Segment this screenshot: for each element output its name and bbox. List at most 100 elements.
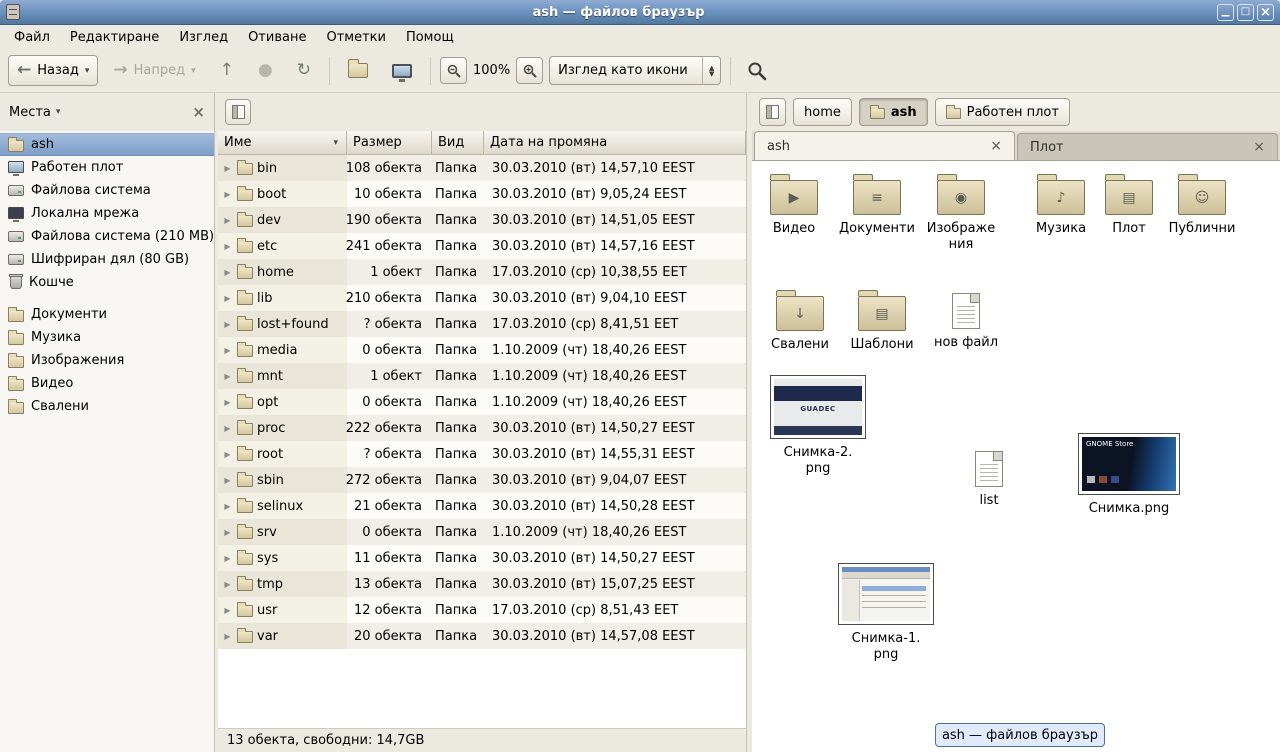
menu-go[interactable]: Отиване: [238, 27, 316, 48]
forward-button[interactable]: → Напред ▾: [104, 55, 204, 86]
combo-spinner-icon[interactable]: ▲▼: [702, 57, 720, 84]
menu-view[interactable]: Изглед: [169, 27, 238, 48]
expander-icon[interactable]: ▶: [222, 216, 233, 225]
table-row-mnt[interactable]: ▶mnt1 обектПапка1.10.2009 (чт) 18,40,26 …: [218, 363, 746, 389]
column-header-date[interactable]: Дата на промяна: [484, 131, 746, 155]
expander-icon[interactable]: ▶: [222, 554, 233, 563]
sidebar-item-network[interactable]: Локална мрежа: [0, 202, 214, 225]
menu-file[interactable]: Файл: [4, 27, 60, 48]
expander-icon[interactable]: ▶: [222, 528, 233, 537]
expander-icon[interactable]: ▶: [222, 320, 233, 329]
zoom-out-button[interactable]: [440, 57, 467, 84]
expander-icon[interactable]: ▶: [222, 632, 233, 641]
table-row-sys[interactable]: ▶sys11 обектаПапка30.03.2010 (вт) 14,50,…: [218, 545, 746, 571]
expander-icon[interactable]: ▶: [222, 190, 233, 199]
close-button[interactable]: ×: [1257, 4, 1274, 21]
expander-icon[interactable]: ▶: [222, 476, 233, 485]
sidebar-item-downloads[interactable]: Свалени: [0, 395, 214, 418]
reload-button[interactable]: ↻: [288, 55, 320, 86]
icon-item-pictures[interactable]: ◉ Изображения: [919, 173, 1003, 252]
column-header-size[interactable]: Размер: [347, 131, 432, 155]
expander-icon[interactable]: ▶: [222, 424, 233, 433]
sort-arrow-icon[interactable]: ▾: [333, 138, 340, 148]
path-button-ash[interactable]: ash: [859, 98, 928, 126]
table-row-lib[interactable]: ▶lib210 обектаПапка30.03.2010 (вт) 9,04,…: [218, 285, 746, 311]
table-row-bin[interactable]: ▶bin108 обектаПапка30.03.2010 (вт) 14,57…: [218, 155, 746, 181]
icon-item-snimka[interactable]: GNOME Store Снимка.png: [1074, 433, 1184, 517]
tree-pane-button[interactable]: [225, 99, 251, 125]
computer-button[interactable]: [383, 55, 421, 86]
expander-icon[interactable]: ▶: [222, 164, 233, 173]
table-row-dev[interactable]: ▶dev190 обектаПапка30.03.2010 (вт) 14,51…: [218, 207, 746, 233]
expander-icon[interactable]: ▶: [222, 450, 233, 459]
sidebar-dropdown-icon[interactable]: ▾: [56, 107, 61, 117]
icon-item-list[interactable]: list: [947, 447, 1031, 509]
sidebar-item-documents[interactable]: Документи: [0, 303, 214, 326]
table-row-boot[interactable]: ▶boot10 обектаПапка30.03.2010 (вт) 9,05,…: [218, 181, 746, 207]
search-button[interactable]: [740, 55, 774, 86]
table-row-lost-found[interactable]: ▶lost+found? обектаПапка17.03.2010 (ср) …: [218, 311, 746, 337]
icon-item-templates[interactable]: ▤ Шаблони: [840, 289, 924, 353]
tab-ash[interactable]: ash×: [754, 131, 1015, 160]
table-row-etc[interactable]: ▶etc241 обектаПапка30.03.2010 (вт) 14,57…: [218, 233, 746, 259]
table-row-srv[interactable]: ▶srv0 обектаПапка1.10.2009 (чт) 18,40,26…: [218, 519, 746, 545]
icon-item-documents[interactable]: ≡ Документи: [835, 173, 919, 237]
icon-item-downloads[interactable]: ↓ Свалени: [758, 289, 842, 353]
menu-edit[interactable]: Редактиране: [60, 27, 169, 48]
menu-bookmarks[interactable]: Отметки: [316, 27, 395, 48]
table-row-media[interactable]: ▶media0 обектаПапка1.10.2009 (чт) 18,40,…: [218, 337, 746, 363]
table-row-var[interactable]: ▶var20 обектаПапка30.03.2010 (вт) 14,57,…: [218, 623, 746, 649]
minimize-button[interactable]: ▁: [1217, 4, 1234, 21]
taskbar-window-button[interactable]: ash — файлов браузър: [935, 723, 1105, 747]
path-button-home[interactable]: home: [793, 98, 852, 126]
table-row-home[interactable]: ▶home1 обектПапка17.03.2010 (ср) 10,38,5…: [218, 259, 746, 285]
maximize-button[interactable]: □: [1237, 4, 1254, 21]
sidebar-close-icon[interactable]: ×: [192, 105, 205, 120]
location-toggle-button[interactable]: [759, 98, 786, 126]
sidebar-item-videos[interactable]: Видео: [0, 372, 214, 395]
table-row-selinux[interactable]: ▶selinux21 обектаПапка30.03.2010 (вт) 14…: [218, 493, 746, 519]
expander-icon[interactable]: ▶: [222, 398, 233, 407]
tab-close-icon[interactable]: ×: [1253, 140, 1265, 154]
sidebar-title[interactable]: Места: [9, 105, 51, 120]
sidebar-item-encrypted[interactable]: Шифриран дял (80 GB): [0, 248, 214, 271]
sidebar-item-trash[interactable]: Кошче: [0, 271, 214, 294]
up-button[interactable]: ↑: [211, 55, 243, 86]
sidebar-item-ash[interactable]: ash: [0, 133, 214, 156]
expander-icon[interactable]: ▶: [222, 268, 233, 277]
expander-icon[interactable]: ▶: [222, 346, 233, 355]
icon-view[interactable]: ▶ Видео ≡ Документи ◉ Изображения ♪ Музи…: [752, 160, 1280, 752]
expander-icon[interactable]: ▶: [222, 294, 233, 303]
tab-plot[interactable]: Плот×: [1017, 133, 1278, 160]
table-row-root[interactable]: ▶root? обектаПапка30.03.2010 (вт) 14,55,…: [218, 441, 746, 467]
sidebar-item-music[interactable]: Музика: [0, 326, 214, 349]
icon-item-new-file[interactable]: нов файл: [924, 289, 1008, 351]
menu-help[interactable]: Помощ: [396, 27, 464, 48]
table-row-usr[interactable]: ▶usr12 обектаПапка17.03.2010 (ср) 8,51,4…: [218, 597, 746, 623]
table-row-opt[interactable]: ▶opt0 обектаПапка1.10.2009 (чт) 18,40,26…: [218, 389, 746, 415]
icon-item-desktop[interactable]: ▤ Плот: [1087, 173, 1171, 237]
stop-button[interactable]: ●: [249, 55, 282, 86]
back-dropdown-icon[interactable]: ▾: [85, 66, 90, 76]
sidebar-item-filesystem[interactable]: Файлова система: [0, 179, 214, 202]
column-header-name[interactable]: Име▾: [218, 131, 347, 155]
column-header-kind[interactable]: Вид: [432, 131, 484, 155]
view-mode-select[interactable]: Изглед като икони ▲▼: [549, 56, 721, 85]
path-button-desktop[interactable]: Работен плот: [935, 98, 1070, 126]
tab-close-icon[interactable]: ×: [990, 139, 1002, 153]
titlebar[interactable]: ash — файлов браузър ▁ □ ×: [0, 0, 1280, 25]
sidebar-item-desktop[interactable]: Работен плот: [0, 156, 214, 179]
sidebar-item-pictures[interactable]: Изображения: [0, 349, 214, 372]
table-row-sbin[interactable]: ▶sbin272 обектаПапка30.03.2010 (вт) 9,04…: [218, 467, 746, 493]
expander-icon[interactable]: ▶: [222, 372, 233, 381]
sidebar-item-filesystem-210mb[interactable]: Файлова система (210 MB): [0, 225, 214, 248]
expander-icon[interactable]: ▶: [222, 242, 233, 251]
icon-item-video[interactable]: ▶ Видео: [752, 173, 836, 237]
expander-icon[interactable]: ▶: [222, 606, 233, 615]
icon-item-snimka-1[interactable]: Снимка-1.png: [836, 563, 936, 662]
table-row-tmp[interactable]: ▶tmp13 обектаПапка30.03.2010 (вт) 15,07,…: [218, 571, 746, 597]
icon-item-public[interactable]: ☺ Публични: [1160, 173, 1244, 237]
expander-icon[interactable]: ▶: [222, 502, 233, 511]
back-button[interactable]: ← Назад ▾: [8, 55, 98, 86]
table-row-proc[interactable]: ▶proc222 обектаПапка30.03.2010 (вт) 14,5…: [218, 415, 746, 441]
